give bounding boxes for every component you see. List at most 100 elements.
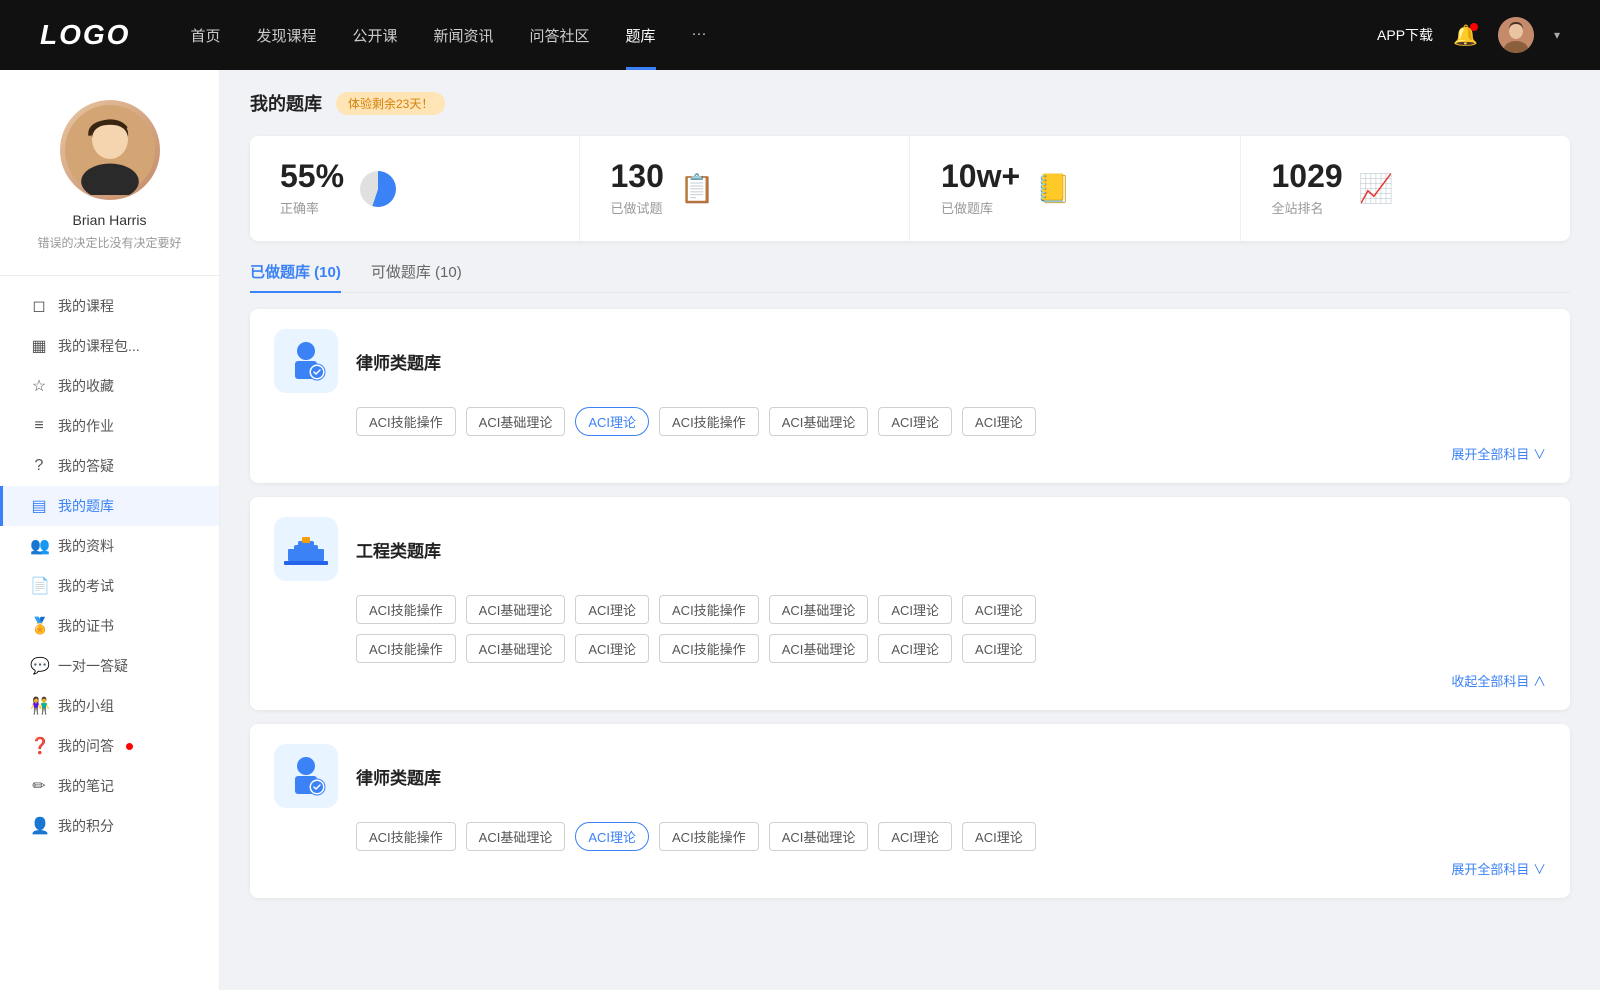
eng-tag-2[interactable]: ACI理论 — [575, 595, 649, 624]
l2-tag-0[interactable]: ACI技能操作 — [356, 822, 456, 851]
tag-3[interactable]: ACI技能操作 — [659, 407, 759, 436]
tab-done-banks[interactable]: 已做题库 (10) — [250, 261, 341, 292]
collapse-link-engineer[interactable]: 收起全部科目 ∧ — [274, 671, 1546, 690]
done-questions-value: 130 — [611, 160, 664, 192]
l2-tag-4[interactable]: ACI基础理论 — [769, 822, 869, 851]
questions-icon: ❓ — [30, 736, 48, 756]
lawyer-icon-wrap — [274, 329, 338, 393]
tab-available-banks[interactable]: 可做题库 (10) — [371, 261, 462, 292]
bank-tags-engineer-row2: ACI技能操作 ACI基础理论 ACI理论 ACI技能操作 ACI基础理论 AC… — [356, 634, 1546, 663]
done-banks-icon: 📒 — [1036, 172, 1071, 205]
bank-tags-lawyer-1: ACI技能操作 ACI基础理论 ACI理论 ACI技能操作 ACI基础理论 AC… — [356, 407, 1546, 436]
nav-news[interactable]: 新闻资讯 — [434, 21, 494, 50]
accuracy-chart-icon — [360, 171, 396, 207]
trial-badge: 体验剩余23天！ — [336, 92, 445, 115]
nav-home[interactable]: 首页 — [190, 21, 220, 50]
sidebar: Brian Harris 错误的决定比没有决定要好 ◻ 我的课程 ▦ 我的课程包… — [0, 70, 220, 990]
accuracy-value: 55% — [280, 160, 344, 192]
sidebar-item-my-points[interactable]: 👤 我的积分 — [0, 806, 219, 846]
l2-tag-3[interactable]: ACI技能操作 — [659, 822, 759, 851]
bank-tags-engineer-row1: ACI技能操作 ACI基础理论 ACI理论 ACI技能操作 ACI基础理论 AC… — [356, 595, 1546, 624]
user-dropdown-icon[interactable]: ▾ — [1554, 28, 1560, 42]
tag-2-active[interactable]: ACI理论 — [575, 407, 649, 436]
tag-1[interactable]: ACI基础理论 — [466, 407, 566, 436]
sidebar-item-my-qa[interactable]: ? 我的答疑 — [0, 446, 219, 486]
bank-title-engineer: 工程类题库 — [356, 537, 441, 562]
sidebar-item-one-on-one[interactable]: 💬 一对一答疑 — [0, 646, 219, 686]
ranking-value: 1029 — [1272, 160, 1343, 192]
ranking-label: 全站排名 — [1272, 198, 1343, 217]
nav-discover[interactable]: 发现课程 — [256, 21, 316, 50]
bank-title-lawyer-1: 律师类题库 — [356, 349, 441, 374]
header-right: APP下载 🔔 ▾ — [1377, 17, 1560, 53]
user-avatar-image — [1498, 17, 1534, 53]
sidebar-item-course-package[interactable]: ▦ 我的课程包... — [0, 326, 219, 366]
tabs-row: 已做题库 (10) 可做题库 (10) — [250, 261, 1570, 293]
data-icon: 👥 — [30, 536, 48, 556]
page-header: 我的题库 体验剩余23天！ — [250, 90, 1570, 116]
profile-section: Brian Harris 错误的决定比没有决定要好 — [0, 100, 219, 276]
stats-row: 55% 正确率 130 已做试题 📋 10w+ 已做题库 📒 — [250, 136, 1570, 241]
sidebar-item-my-questions[interactable]: ❓ 我的问答 — [0, 726, 219, 766]
eng-tag-8[interactable]: ACI基础理论 — [466, 634, 566, 663]
tag-0[interactable]: ACI技能操作 — [356, 407, 456, 436]
done-questions-icon: 📋 — [680, 172, 715, 205]
sidebar-item-my-exam[interactable]: 📄 我的考试 — [0, 566, 219, 606]
l2-tag-2-active[interactable]: ACI理论 — [575, 822, 649, 851]
eng-tag-5[interactable]: ACI理论 — [878, 595, 952, 624]
eng-tag-13[interactable]: ACI理论 — [962, 634, 1036, 663]
nav-qa[interactable]: 问答社区 — [530, 21, 590, 50]
accuracy-label: 正确率 — [280, 198, 344, 217]
eng-tag-1[interactable]: ACI基础理论 — [466, 595, 566, 624]
eng-tag-0[interactable]: ACI技能操作 — [356, 595, 456, 624]
engineer-icon-wrap — [274, 517, 338, 581]
l2-tag-1[interactable]: ACI基础理论 — [466, 822, 566, 851]
eng-tag-4[interactable]: ACI基础理论 — [769, 595, 869, 624]
sidebar-item-favorites[interactable]: ☆ 我的收藏 — [0, 366, 219, 406]
lawyer-2-icon — [284, 754, 328, 798]
eng-tag-9[interactable]: ACI理论 — [575, 634, 649, 663]
sidebar-item-homework[interactable]: ≡ 我的作业 — [0, 406, 219, 446]
sidebar-menu: ◻ 我的课程 ▦ 我的课程包... ☆ 我的收藏 ≡ 我的作业 ? 我的答疑 ▤… — [0, 276, 219, 856]
notification-dot — [1470, 23, 1478, 31]
done-questions-label: 已做试题 — [611, 198, 664, 217]
tag-6[interactable]: ACI理论 — [962, 407, 1036, 436]
sidebar-item-my-group[interactable]: 👫 我的小组 — [0, 686, 219, 726]
app-download-button[interactable]: APP下载 — [1377, 25, 1433, 45]
sidebar-item-certificate[interactable]: 🏅 我的证书 — [0, 606, 219, 646]
expand-link-lawyer-1[interactable]: 展开全部科目 ∨ — [274, 444, 1546, 463]
eng-tag-7[interactable]: ACI技能操作 — [356, 634, 456, 663]
nav-more[interactable]: ··· — [692, 21, 707, 50]
eng-tag-12[interactable]: ACI理论 — [878, 634, 952, 663]
nav-open-course[interactable]: 公开课 — [352, 21, 397, 50]
header: LOGO 首页 发现课程 公开课 新闻资讯 问答社区 题库 ··· APP下载 … — [0, 0, 1600, 70]
avatar[interactable] — [1498, 17, 1534, 53]
notes-icon: ✏ — [30, 776, 48, 796]
sidebar-item-my-courses[interactable]: ◻ 我的课程 — [0, 286, 219, 326]
eng-tag-11[interactable]: ACI基础理论 — [769, 634, 869, 663]
tag-5[interactable]: ACI理论 — [878, 407, 952, 436]
engineer-icon — [284, 527, 328, 571]
main-content: 我的题库 体验剩余23天！ 55% 正确率 130 已做试题 📋 — [220, 70, 1600, 990]
bank-card-engineer: 工程类题库 ACI技能操作 ACI基础理论 ACI理论 ACI技能操作 ACI基… — [250, 497, 1570, 710]
star-icon: ☆ — [30, 376, 48, 396]
bank-card-lawyer-1: 律师类题库 ACI技能操作 ACI基础理论 ACI理论 ACI技能操作 ACI基… — [250, 309, 1570, 483]
expand-link-lawyer-2[interactable]: 展开全部科目 ∨ — [274, 859, 1546, 878]
ranking-icon: 📈 — [1359, 172, 1394, 205]
l2-tag-6[interactable]: ACI理论 — [962, 822, 1036, 851]
sidebar-item-question-bank[interactable]: ▤ 我的题库 — [0, 486, 219, 526]
qa-icon: ? — [30, 457, 48, 475]
logo: LOGO — [40, 19, 130, 51]
notification-bell-icon[interactable]: 🔔 — [1453, 23, 1478, 48]
eng-tag-10[interactable]: ACI技能操作 — [659, 634, 759, 663]
l2-tag-5[interactable]: ACI理论 — [878, 822, 952, 851]
eng-tag-3[interactable]: ACI技能操作 — [659, 595, 759, 624]
one-on-one-icon: 💬 — [30, 656, 48, 676]
avatar — [60, 100, 160, 200]
group-icon: 👫 — [30, 696, 48, 716]
sidebar-item-my-data[interactable]: 👥 我的资料 — [0, 526, 219, 566]
tag-4[interactable]: ACI基础理论 — [769, 407, 869, 436]
nav-questionbank[interactable]: 题库 — [626, 21, 656, 50]
eng-tag-6[interactable]: ACI理论 — [962, 595, 1036, 624]
sidebar-item-my-notes[interactable]: ✏ 我的笔记 — [0, 766, 219, 806]
